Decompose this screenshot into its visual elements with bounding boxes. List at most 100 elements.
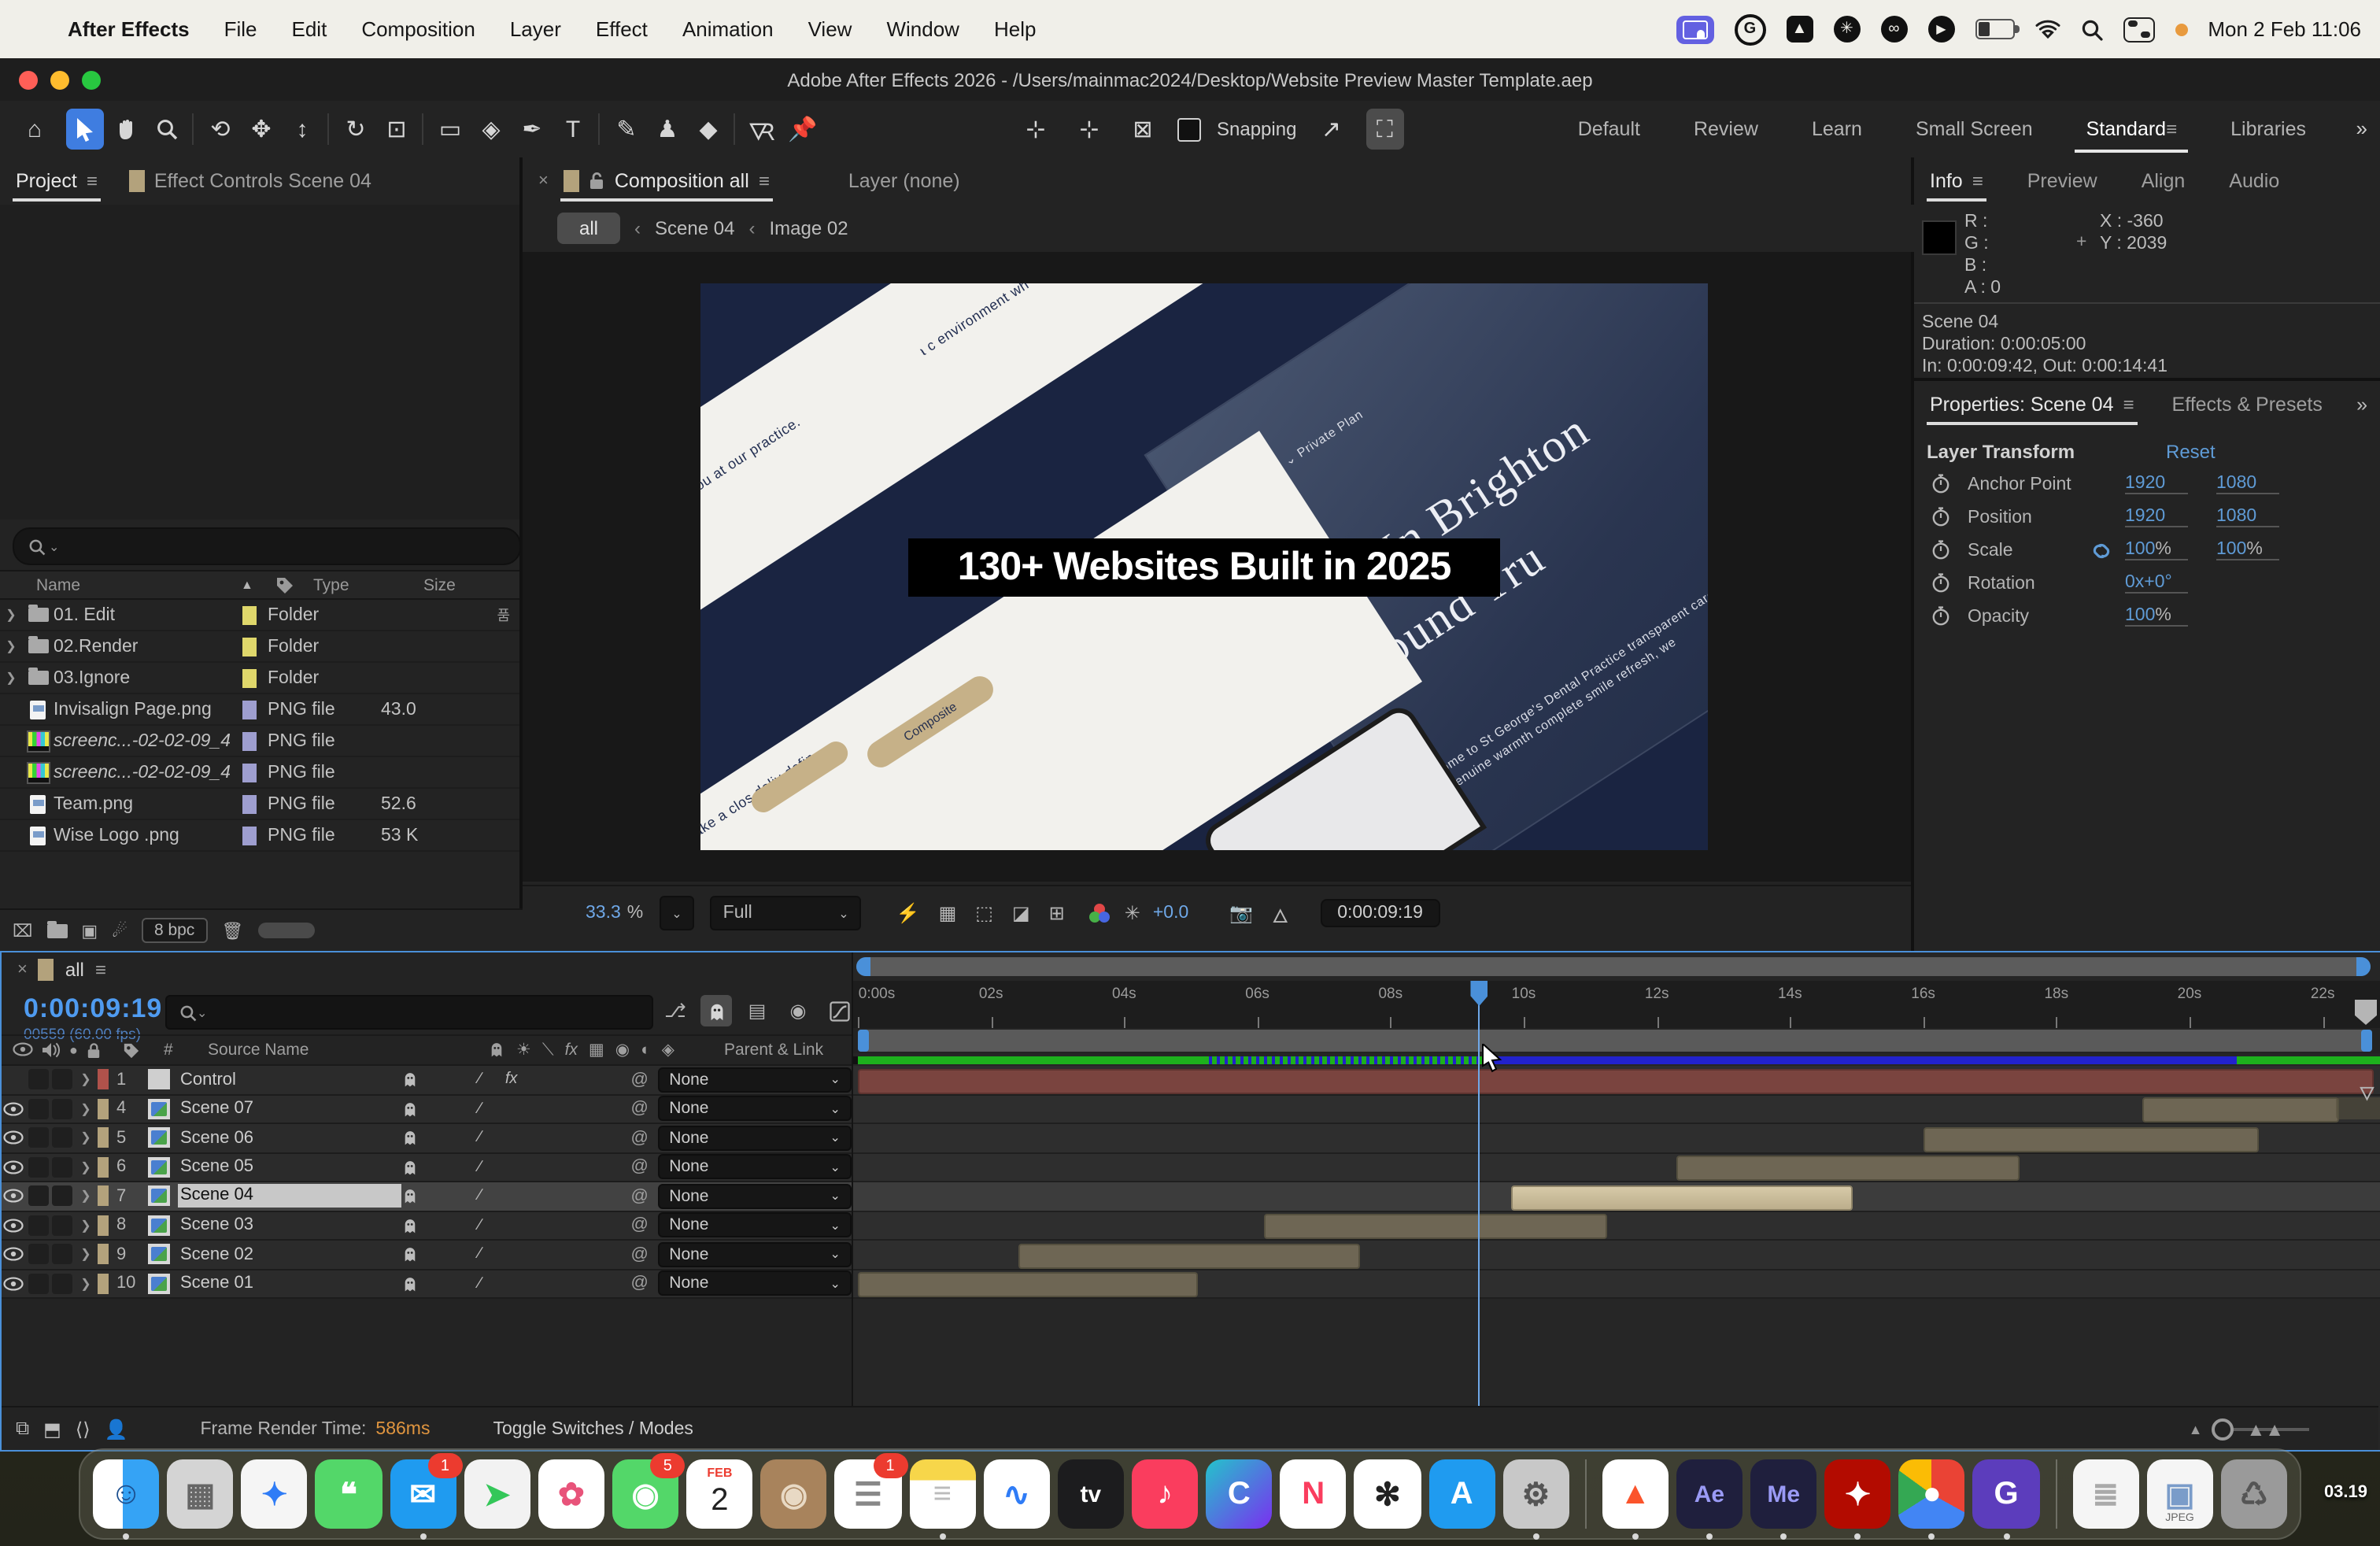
utility-app-icon[interactable]: ▲ (1786, 16, 1813, 43)
col-name[interactable]: Name (0, 575, 241, 594)
parent-dropdown[interactable]: None⌄ (658, 1242, 852, 1267)
solo-column-icon[interactable]: ● (69, 1041, 78, 1059)
zoom-in-icon[interactable]: ▲▲ (2246, 1418, 2284, 1440)
layer-audio-toggle[interactable] (26, 1274, 50, 1294)
menu-item-composition[interactable]: Composition (344, 17, 493, 41)
layer-shy-switch[interactable] (401, 1217, 433, 1234)
minimize-window-button[interactable] (50, 70, 69, 89)
dock-launchpad[interactable]: ▦ (167, 1459, 233, 1529)
stopwatch-icon[interactable] (1914, 573, 1968, 594)
label-chip[interactable] (230, 826, 268, 845)
layer-quality-switch[interactable]: ∕ (464, 1159, 496, 1176)
pen-tool[interactable]: ✒ (513, 109, 551, 150)
shy-layers-toggle-icon[interactable] (700, 995, 732, 1026)
parent-dropdown[interactable]: None⌄ (658, 1155, 852, 1180)
threed-column-icon[interactable]: ◈ (662, 1040, 674, 1060)
layer-solo-toggle[interactable] (50, 1099, 75, 1119)
exposure-icon[interactable]: ✳ (1125, 902, 1140, 924)
transparency-grid-icon[interactable]: ▦ (939, 902, 957, 924)
layer-row-scene-03[interactable]: ❯8Scene 03∕@None⌄ (2, 1211, 852, 1241)
layer-solo-toggle[interactable] (50, 1157, 75, 1178)
fx-column-icon[interactable]: fx (565, 1040, 578, 1060)
layer-row-control[interactable]: ❯1Control∕fx@None⌄ (2, 1066, 852, 1095)
project-row[interactable]: Team.pngPNG file52.6 (0, 789, 519, 820)
work-area-bar[interactable] (853, 1028, 2380, 1053)
tab-preview[interactable]: Preview (2012, 157, 2113, 205)
clone-stamp-tool[interactable]: ♟ (649, 109, 686, 150)
layer-transform-header[interactable]: Layer Transform (1927, 441, 2075, 463)
layer-eye-toggle[interactable] (2, 1219, 26, 1233)
tab-project[interactable]: Project≡ (0, 157, 113, 205)
layer-shy-switch[interactable] (401, 1159, 433, 1176)
spotlight-icon[interactable] (2080, 18, 2102, 40)
layer-eye-toggle[interactable] (2, 1102, 26, 1116)
video-column-icon[interactable] (13, 1041, 33, 1056)
parent-pickwhip-icon[interactable]: @ (621, 1158, 658, 1177)
screen-sharing-icon[interactable] (1676, 15, 1713, 43)
zoom-knob[interactable] (2212, 1418, 2234, 1440)
expand-layer-switches-icon[interactable]: ⧉ (16, 1417, 29, 1441)
col-type[interactable]: Type (313, 575, 423, 594)
layer-duration-bar[interactable] (2143, 1097, 2339, 1123)
layer-expand-icon[interactable]: ❯ (74, 1073, 97, 1087)
dock-chatgpt[interactable]: ✻ (1354, 1459, 1421, 1529)
layer-duration-bar[interactable] (858, 1068, 2374, 1093)
more-workspaces-icon[interactable]: » (2356, 117, 2367, 140)
layer-quality-switch[interactable]: ∕ (464, 1246, 496, 1263)
fast-preview-icon[interactable]: ⚡ (896, 902, 920, 924)
tab-layer[interactable]: Layer (none) (833, 157, 976, 205)
zoom-window-button[interactable] (82, 70, 101, 89)
project-search-input[interactable]: ⌄ (13, 527, 521, 565)
parent-pickwhip-icon[interactable]: @ (621, 1216, 658, 1235)
resolution-dropdown[interactable]: Full⌄ (711, 896, 862, 930)
menu-item-help[interactable]: Help (977, 17, 1054, 41)
tab-align[interactable]: Align (2126, 157, 2201, 205)
snapshot-icon[interactable]: 📷 (1229, 902, 1253, 924)
layer-eye-toggle[interactable] (2, 1131, 26, 1145)
orbit-camera-tool[interactable]: ⟲ (201, 109, 239, 150)
layer-shy-switch[interactable] (401, 1275, 433, 1293)
project-row[interactable]: screenc...-02-02-09_49_42.pngPNG file (0, 757, 519, 789)
close-panel-icon[interactable]: × (538, 172, 549, 190)
color-settings-icon[interactable]: ☄ (112, 920, 128, 941)
menu-item-file[interactable]: File (207, 17, 275, 41)
parent-pickwhip-icon[interactable]: @ (621, 1129, 658, 1148)
zoom-value[interactable]: 33.3 (586, 904, 621, 923)
new-folder-icon[interactable] (46, 923, 67, 938)
layer-label-chip[interactable] (97, 1070, 109, 1090)
layer-label-chip[interactable] (97, 1128, 109, 1148)
dock-finder[interactable]: ☺ (93, 1459, 159, 1529)
workspace-default[interactable]: Default (1551, 101, 1667, 157)
layer-audio-toggle[interactable] (26, 1128, 50, 1148)
new-composition-icon[interactable]: ▣ (81, 920, 98, 941)
menu-item-effect[interactable]: Effect (578, 17, 665, 41)
layer-audio-toggle[interactable] (26, 1215, 50, 1236)
parent-dropdown[interactable]: None⌄ (658, 1126, 852, 1151)
layer-row-scene-05[interactable]: ❯6Scene 05∕@None⌄ (2, 1153, 852, 1182)
timeline-tab[interactable]: × all ≡ (2, 952, 867, 987)
layer-audio-toggle[interactable] (26, 1245, 50, 1265)
layer-label-chip[interactable] (97, 1215, 109, 1236)
audio-column-icon[interactable] (42, 1041, 60, 1057)
label-chip[interactable] (230, 731, 268, 750)
viewer-timecode[interactable]: 0:00:09:19 (1320, 899, 1440, 927)
dock-gemini[interactable]: G (1973, 1459, 2039, 1529)
layer-eye-toggle[interactable] (2, 1277, 26, 1291)
parent-dropdown[interactable]: None⌄ (658, 1184, 852, 1209)
col-hash[interactable]: # (164, 1041, 208, 1060)
layer-name[interactable]: Control (177, 1071, 401, 1089)
disclosure-icon[interactable]: ❯ (0, 608, 22, 622)
menubar-clock[interactable]: Mon 2 Feb 11:06 (2208, 17, 2361, 41)
workspace-review[interactable]: Review (1667, 101, 1785, 157)
local-axis-mode-icon[interactable]: ⊹ (1017, 109, 1055, 150)
layer-eye-toggle[interactable] (2, 1189, 26, 1204)
snapping-checkbox[interactable] (1177, 117, 1201, 141)
dock-document[interactable]: ≣ (2072, 1459, 2138, 1529)
gizmo-icon[interactable]: ⛶ (1366, 109, 1403, 150)
layer-label-chip[interactable] (97, 1157, 109, 1178)
parent-dropdown[interactable]: None⌄ (658, 1213, 852, 1238)
project-row[interactable]: ❯03.IgnoreFolder (0, 663, 519, 694)
layer-label-chip[interactable] (97, 1186, 109, 1207)
layer-solo-toggle[interactable] (50, 1245, 75, 1265)
tab-effect-controls[interactable]: Effect Controls Scene 04 (113, 157, 387, 205)
